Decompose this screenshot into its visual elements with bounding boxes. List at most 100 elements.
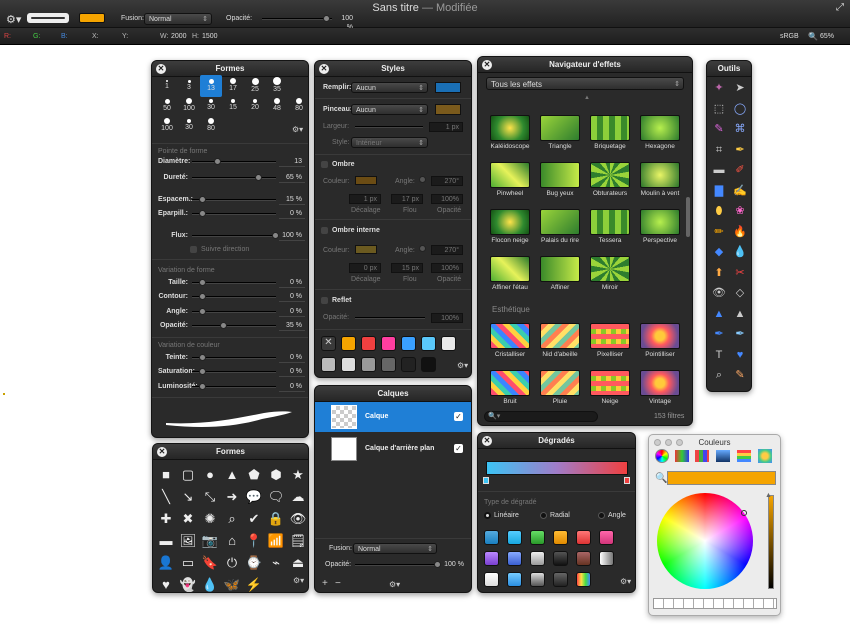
effect-thumbnail[interactable]: Briquetage: [587, 115, 633, 153]
style-preset-none[interactable]: ✕: [321, 336, 336, 351]
flow-slider[interactable]: [192, 235, 276, 237]
inner-shadow-color-swatch[interactable]: [355, 245, 377, 254]
gradient-preset-orange[interactable]: [553, 530, 568, 545]
shape-icon[interactable]: ▲: [710, 306, 728, 322]
gradient-stop-right[interactable]: [624, 477, 630, 484]
brush-preset[interactable]: 80: [288, 95, 308, 117]
gradient-preset-green[interactable]: [530, 530, 545, 545]
gradient-preset-rainbow[interactable]: [576, 572, 591, 587]
saturation-jitter-field[interactable]: 0 %: [279, 367, 305, 377]
bookmark-icon[interactable]: 🔖: [199, 552, 221, 574]
drop-icon[interactable]: 💧: [199, 574, 221, 592]
style-preset-glossy-black[interactable]: [421, 357, 436, 372]
brush-preset[interactable]: 3: [178, 75, 200, 97]
arrow-line-icon[interactable]: ↘: [177, 486, 199, 508]
gear-icon[interactable]: ⚙▾: [293, 576, 304, 585]
image-icon[interactable]: 🖼: [177, 530, 199, 552]
home-icon[interactable]: ⌂: [221, 530, 243, 552]
style-preset-checker[interactable]: [361, 357, 376, 372]
style-preset-black[interactable]: [401, 357, 416, 372]
effect-thumbnail[interactable]: Affiner: [537, 256, 583, 294]
style-preset-blue[interactable]: [401, 336, 416, 351]
sharpen-icon[interactable]: ◆: [710, 244, 728, 260]
brush-preset[interactable]: 30: [178, 115, 200, 137]
signal-bars-icon[interactable]: 📶: [265, 530, 287, 552]
fill-color-swatch[interactable]: [435, 82, 461, 93]
effects-search-input[interactable]: 🔍▾: [484, 411, 598, 422]
effect-thumbnail[interactable]: Pixelliser: [587, 323, 633, 361]
burn-icon[interactable]: 🔥: [731, 224, 749, 240]
image-palettes-tab-icon[interactable]: [716, 450, 730, 462]
cloud-icon[interactable]: ☁: [287, 486, 308, 508]
gradient-preset-pink[interactable]: [599, 530, 614, 545]
effect-thumbnail[interactable]: Palais du rire: [537, 209, 583, 247]
pentagon-icon[interactable]: ⬟: [243, 464, 265, 486]
scatter-knob[interactable]: [199, 210, 206, 217]
spacing-field[interactable]: 15 %: [279, 195, 305, 205]
shadow-angle-field[interactable]: 270°: [431, 176, 463, 186]
effect-thumbnail[interactable]: Bruit: [487, 370, 533, 408]
brush-preset[interactable]: 80: [200, 115, 222, 137]
text-icon[interactable]: T: [710, 347, 728, 363]
size-jitter-field[interactable]: 0 %: [279, 278, 305, 288]
brightness-jitter-knob[interactable]: [199, 383, 206, 390]
style-preset-dark[interactable]: [381, 357, 396, 372]
layer-opacity-slider[interactable]: [355, 564, 439, 566]
effects-scrollbar[interactable]: [686, 197, 690, 237]
color-wheel-tab-icon[interactable]: [655, 449, 669, 463]
opacity-slider[interactable]: [262, 18, 332, 20]
eraser-icon[interactable]: ▬: [710, 162, 728, 178]
color-wheel[interactable]: [657, 493, 753, 589]
chat-bubble-icon[interactable]: 🗨: [265, 486, 287, 508]
fusion-select[interactable]: Normal: [144, 13, 212, 25]
gradient-preset-silver[interactable]: [530, 551, 545, 566]
cross-icon[interactable]: ✖: [177, 508, 199, 530]
effect-thumbnail[interactable]: Bug yeux: [537, 162, 583, 200]
diameter-knob[interactable]: [214, 158, 222, 165]
effect-thumbnail[interactable]: Triangle: [537, 115, 583, 153]
power-icon[interactable]: ⏻: [221, 552, 243, 574]
bezier-icon[interactable]: ✒: [731, 326, 749, 342]
style-preset-light-blue[interactable]: [421, 336, 436, 351]
diameter-slider[interactable]: [192, 161, 276, 163]
gradient-radial-radio[interactable]: [540, 512, 547, 519]
style-select[interactable]: Intérieur: [351, 137, 428, 149]
brush-preset[interactable]: 20: [244, 95, 266, 117]
gear-icon[interactable]: ⚙▾: [389, 580, 400, 589]
heal-icon[interactable]: ✂: [731, 265, 749, 281]
ellipse-select-icon[interactable]: ◯: [731, 101, 749, 117]
eyedropper-search-icon[interactable]: 🔍: [655, 473, 667, 484]
gear-icon[interactable]: ⚙▾: [6, 13, 21, 26]
shapes-icon[interactable]: ♥: [731, 347, 749, 363]
gradient-preset-purple[interactable]: [484, 551, 499, 566]
ghost-icon[interactable]: 👻: [177, 574, 199, 592]
style-preset-silver[interactable]: [321, 357, 336, 372]
gradient-preset-gray[interactable]: [599, 551, 614, 566]
layer-blend-select[interactable]: Normal: [353, 543, 437, 555]
outline-jitter-field[interactable]: 0 %: [279, 292, 305, 302]
brightness-jitter-field[interactable]: 0 %: [279, 382, 305, 392]
rect-select-icon[interactable]: ⬚: [710, 101, 728, 117]
effect-thumbnail[interactable]: Kaléidoscope: [487, 115, 533, 153]
gradient-icon[interactable]: ◇: [731, 285, 749, 301]
opacity-knob[interactable]: [323, 15, 330, 22]
reflection-opacity-slider[interactable]: [355, 317, 425, 319]
close-icon[interactable]: ✕: [157, 447, 167, 457]
paint-bucket-icon[interactable]: ▇: [710, 183, 728, 199]
camera-icon[interactable]: 📷: [199, 530, 221, 552]
gradient-linear-radio[interactable]: [484, 512, 491, 519]
shadow-checkbox[interactable]: [321, 161, 328, 168]
stroke-select[interactable]: Aucun: [351, 104, 428, 116]
clone-icon[interactable]: ❀: [731, 203, 749, 219]
crayons-tab-icon[interactable]: [737, 450, 751, 462]
fullscreen-icon[interactable]: ⤢: [836, 2, 844, 13]
poly-lasso-icon[interactable]: ⌘: [731, 121, 749, 137]
layer-visibility-checkbox[interactable]: ✓: [454, 412, 463, 421]
line-icon[interactable]: ╲: [155, 486, 177, 508]
effect-thumbnail[interactable]: Hexagone: [637, 115, 683, 153]
color-palettes-tab-icon[interactable]: [695, 450, 709, 462]
layer-row-selected[interactable]: Calque ✓: [315, 402, 471, 432]
current-color-well[interactable]: [667, 471, 776, 485]
opacity-value[interactable]: 100 %: [334, 14, 356, 31]
close-icon[interactable]: ✕: [482, 60, 492, 70]
